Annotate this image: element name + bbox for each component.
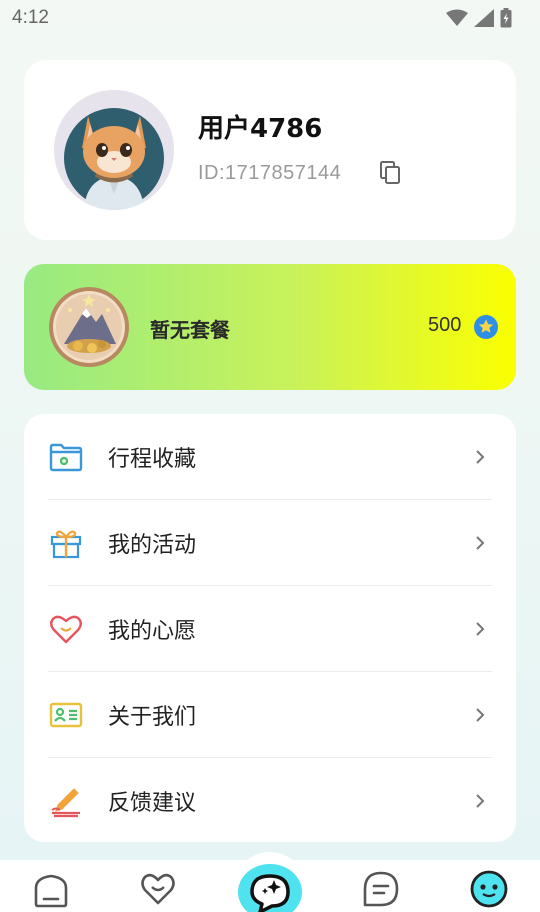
profile-card: 用户4786 ID:1717857144 <box>24 60 516 240</box>
star-coin-icon <box>474 315 498 339</box>
tab-home[interactable] <box>31 870 71 910</box>
chevron-right-icon <box>476 536 485 550</box>
menu-item-my-wishes[interactable]: 我的心愿 <box>48 586 492 672</box>
cat-avatar-icon <box>54 90 174 210</box>
wifi-icon <box>446 9 468 26</box>
menu-item-feedback[interactable]: 反馈建议 <box>48 758 492 844</box>
status-icons <box>446 8 512 28</box>
heart-icon <box>50 615 82 644</box>
user-id: ID:1717857144 <box>198 162 342 184</box>
battery-icon <box>500 8 512 28</box>
menu-card: 行程收藏 我的活动 我的心愿 关于我们 反馈建议 <box>24 414 516 842</box>
tab-assistant[interactable] <box>238 864 302 912</box>
chevron-right-icon <box>476 622 485 636</box>
pen-icon <box>51 788 80 818</box>
folder-icon <box>49 443 83 472</box>
status-time: 4:12 <box>12 7 49 28</box>
avatar[interactable] <box>54 90 174 210</box>
menu-item-label: 我的活动 <box>108 533 197 558</box>
menu-item-label: 关于我们 <box>108 705 197 730</box>
chevron-right-icon <box>476 450 485 464</box>
chevron-right-icon <box>476 794 485 808</box>
menu-item-my-activities[interactable]: 我的活动 <box>48 500 492 586</box>
menu-item-label: 我的心愿 <box>108 619 197 644</box>
menu-item-label: 反馈建议 <box>108 791 197 816</box>
menu-item-about-us[interactable]: 关于我们 <box>48 672 492 758</box>
chevron-right-icon <box>476 708 485 722</box>
menu-item-label: 行程收藏 <box>108 447 197 472</box>
tab-messages[interactable] <box>361 869 401 909</box>
tab-favorites[interactable] <box>138 868 178 908</box>
copy-icon[interactable] <box>378 160 404 186</box>
plan-label: 暂无套餐 <box>150 318 230 342</box>
plan-badge-icon <box>49 287 129 367</box>
cellular-signal-icon <box>474 9 494 27</box>
id-card-icon <box>49 702 83 728</box>
tab-profile[interactable] <box>469 869 509 909</box>
gift-icon <box>50 530 82 559</box>
username: 用户4786 <box>198 114 323 144</box>
plan-card[interactable]: 暂无套餐 500 <box>24 264 516 390</box>
status-bar: 4:12 <box>0 0 540 36</box>
coin-count: 500 <box>428 314 462 336</box>
menu-item-trip-favorites[interactable]: 行程收藏 <box>48 414 492 500</box>
